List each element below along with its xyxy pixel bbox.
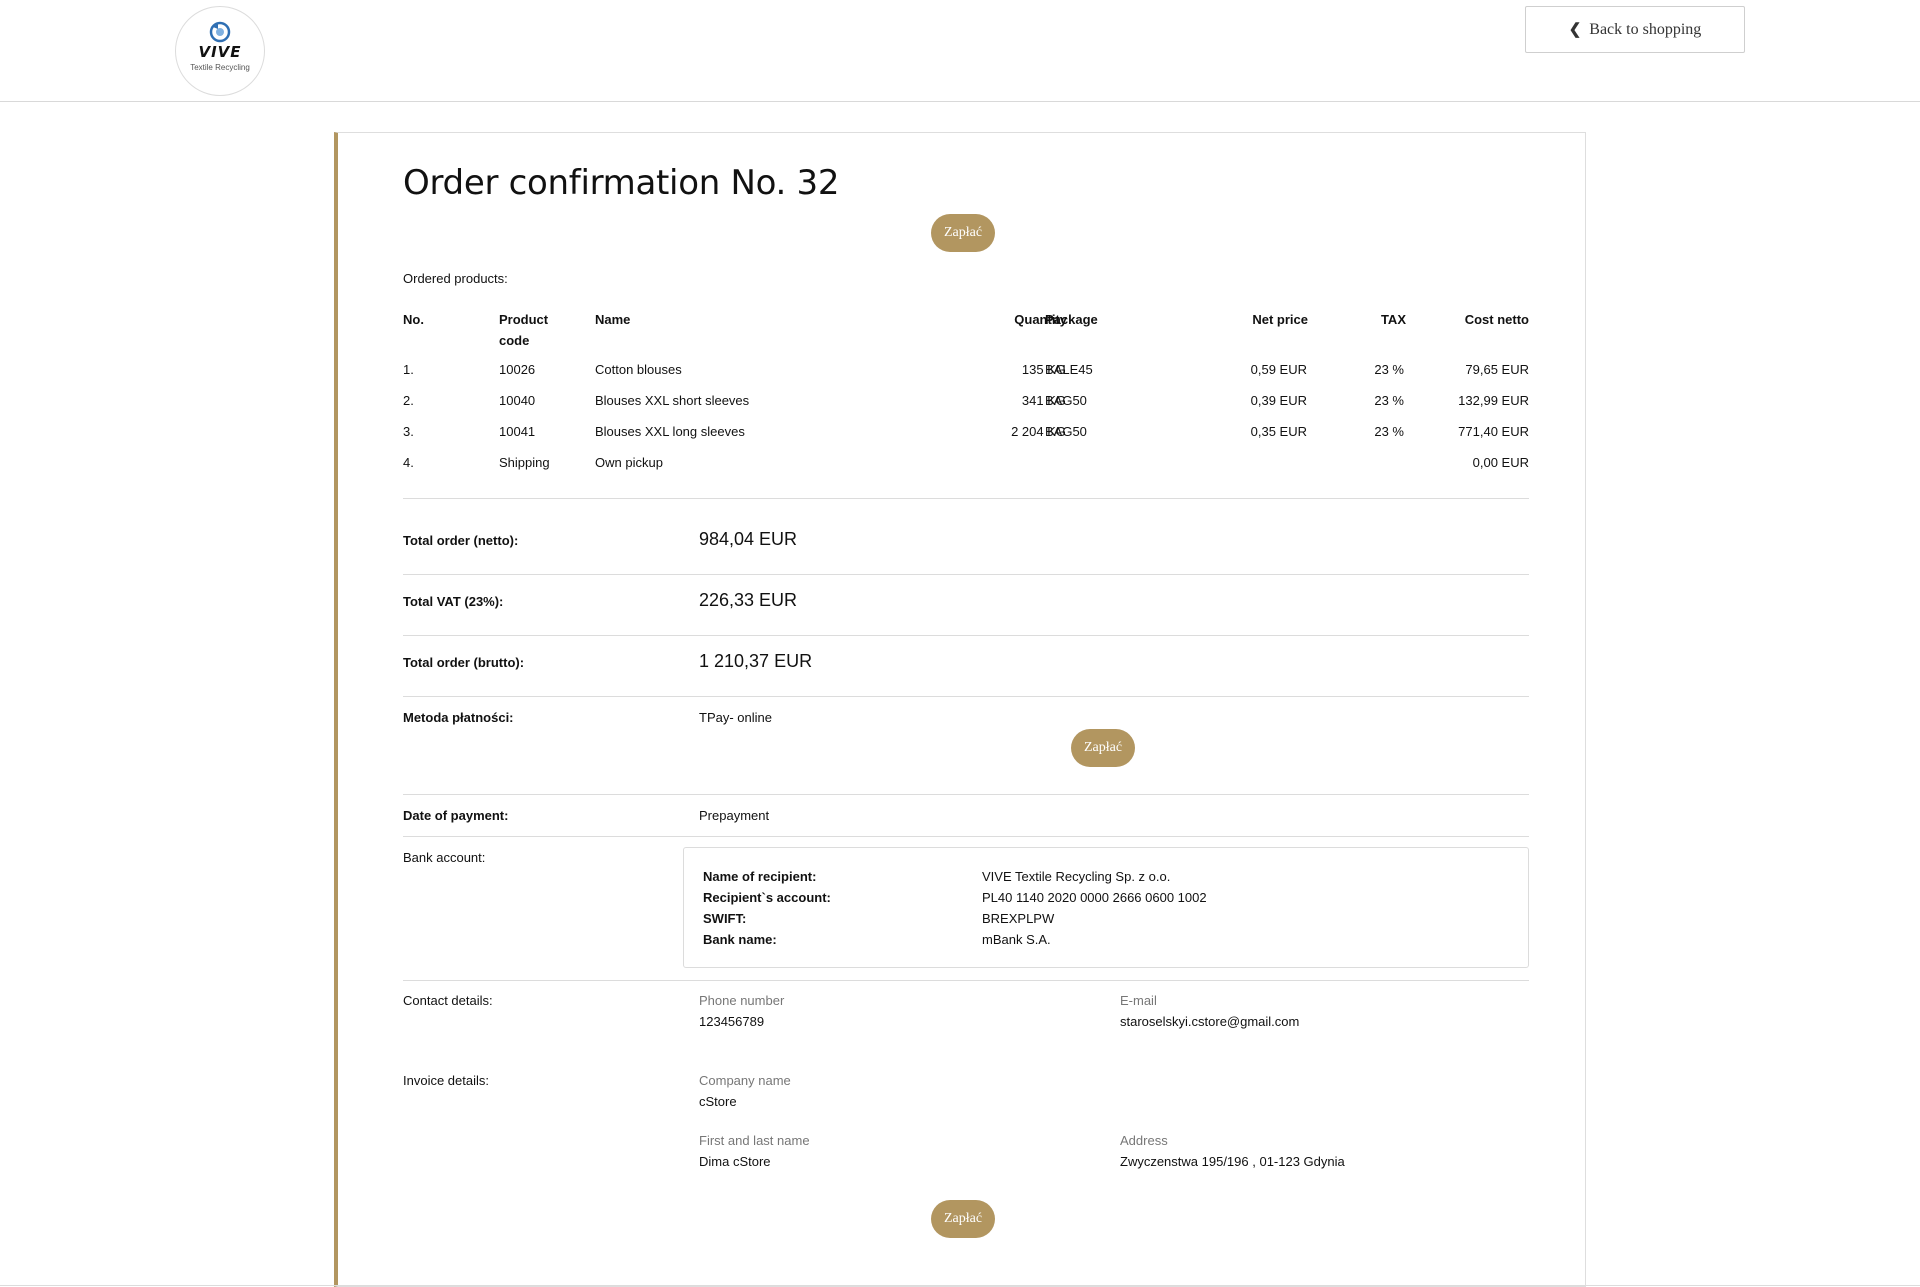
row-no: 2. <box>403 393 414 408</box>
row-quantity: 2 204 KG <box>1011 424 1066 439</box>
swift-label: SWIFT: <box>703 911 747 926</box>
recipient-name-label: Name of recipient: <box>703 869 817 884</box>
row-code: Shipping <box>499 455 550 470</box>
col-cost-netto: Cost netto <box>1464 312 1529 327</box>
row-package: BALE45 <box>1045 362 1093 377</box>
full-name-label: First and last name <box>699 1133 810 1148</box>
ordered-products-label: Ordered products: <box>403 271 508 286</box>
row-package: BAG50 <box>1045 393 1087 408</box>
row-name: Own pickup <box>595 455 663 470</box>
page-title: Order confirmation No. 32 <box>403 163 840 203</box>
pay-button-label: Zapłać <box>1083 740 1123 755</box>
chevron-left-icon: ❮ <box>1568 22 1582 38</box>
swift-value: BREXPLPW <box>982 911 1055 926</box>
total-brutto-value: 1 210,37 EUR <box>699 651 813 671</box>
page-bottom-divider <box>0 1285 1920 1286</box>
company-name-value: cStore <box>699 1094 737 1109</box>
col-product-code: Product code <box>499 309 569 351</box>
total-vat-value: 226,33 EUR <box>699 590 798 610</box>
divider <box>403 498 1529 499</box>
row-name: Cotton blouses <box>595 362 682 377</box>
pay-button-label: Zapłać <box>943 225 983 240</box>
pay-button-bottom[interactable]: Zapłać <box>931 1200 995 1238</box>
payment-date-value: Prepayment <box>699 808 770 823</box>
row-code: 10041 <box>499 424 536 439</box>
full-name-value: Dima cStore <box>699 1154 771 1169</box>
back-to-shopping-label: Back to shopping <box>1589 20 1702 38</box>
recipient-name-value: VIVE Textile Recycling Sp. z o.o. <box>982 869 1171 884</box>
bank-name-value: mBank S.A. <box>982 932 1051 947</box>
invoice-details-label: Invoice details: <box>403 1073 489 1088</box>
row-quantity: 135 KG <box>1021 362 1066 377</box>
pay-button-top[interactable]: Zapłać <box>931 214 995 252</box>
row-cost: 79,65 EUR <box>1465 362 1529 377</box>
row-code: 10026 <box>499 362 536 377</box>
col-name: Name <box>595 312 631 327</box>
col-net-price: Net price <box>1252 312 1308 327</box>
email-label: E-mail <box>1120 993 1157 1008</box>
row-cost: 132,99 EUR <box>1458 393 1529 408</box>
pay-button-middle[interactable]: Zapłać <box>1071 729 1135 767</box>
divider <box>403 980 1529 981</box>
row-name: Blouses XXL long sleeves <box>595 424 745 439</box>
address-label: Address <box>1120 1133 1168 1148</box>
recipient-account-value: PL40 1140 2020 0000 2666 0600 1002 <box>982 890 1207 905</box>
row-no: 1. <box>403 362 414 377</box>
row-net-price: 0,59 EUR <box>1250 362 1307 377</box>
back-to-shopping-button[interactable]: ❮ Back to shopping <box>1525 6 1745 53</box>
company-name-label: Company name <box>699 1073 791 1088</box>
row-no: 4. <box>403 455 414 470</box>
row-quantity: 341 KG <box>1021 393 1066 408</box>
order-card: Order confirmation No. 32 Zapłać Ordered… <box>334 132 1586 1287</box>
row-package: BAG50 <box>1045 424 1087 439</box>
total-netto-label: Total order (netto): <box>403 533 519 548</box>
total-brutto-label: Total order (brutto): <box>403 655 525 670</box>
divider <box>403 574 1529 575</box>
bank-account-label: Bank account: <box>403 850 486 865</box>
address-value: Zwyczenstwa 195/196 , 01-123 Gdynia <box>1120 1154 1345 1169</box>
bank-name-label: Bank name: <box>703 932 777 947</box>
phone-value: 123456789 <box>699 1014 765 1029</box>
payment-date-label: Date of payment: <box>403 808 509 823</box>
divider <box>403 635 1529 636</box>
col-product-code-line1: Product <box>499 312 549 327</box>
row-net-price: 0,39 EUR <box>1250 393 1307 408</box>
total-netto-value: 984,04 EUR <box>699 529 798 549</box>
row-cost: 0,00 EUR <box>1472 455 1529 470</box>
contact-details-label: Contact details: <box>403 993 493 1008</box>
divider <box>403 794 1529 795</box>
row-code: 10040 <box>499 393 536 408</box>
payment-method-label: Metoda płatności: <box>403 710 514 725</box>
logo-subtitle: Textile Recycling <box>190 63 250 72</box>
col-package: Package <box>1045 312 1098 327</box>
col-no: No. <box>403 312 424 327</box>
bank-account-box: Name of recipient: VIVE Textile Recyclin… <box>683 847 1529 968</box>
pay-button-label: Zapłać <box>943 1211 983 1226</box>
row-name: Blouses XXL short sleeves <box>595 393 750 408</box>
payment-method-value: TPay- online <box>699 710 772 725</box>
vive-logo[interactable]: VIVE Textile Recycling <box>175 6 265 96</box>
row-net-price: 0,35 EUR <box>1250 424 1307 439</box>
divider <box>403 696 1529 697</box>
total-vat-label: Total VAT (23%): <box>403 594 504 609</box>
recycle-icon <box>209 21 231 43</box>
phone-label: Phone number <box>699 993 785 1008</box>
recipient-account-label: Recipient`s account: <box>703 890 831 905</box>
row-no: 3. <box>403 424 414 439</box>
col-product-code-line2: code <box>499 333 530 348</box>
divider <box>403 836 1529 837</box>
site-header: VIVE Textile Recycling ❮ Back to shoppin… <box>0 0 1920 102</box>
row-cost: 771,40 EUR <box>1458 424 1529 439</box>
logo-brand: VIVE <box>198 43 242 61</box>
email-value: staroselskyi.cstore@gmail.com <box>1120 1014 1300 1029</box>
